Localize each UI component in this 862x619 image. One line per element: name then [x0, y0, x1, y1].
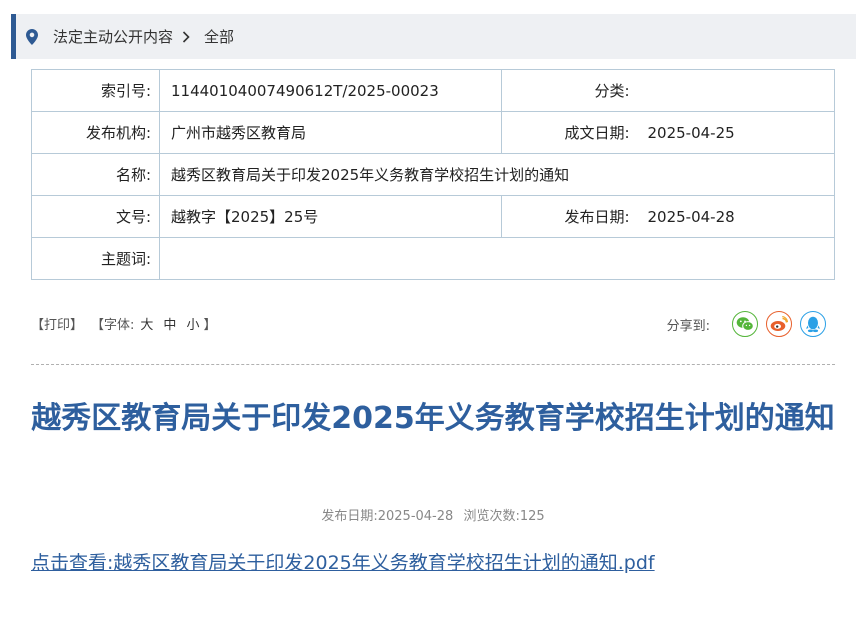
publisher-label: 发布机构: — [31, 111, 160, 154]
index-value: 11440104007490612T/2025-00023 — [159, 69, 502, 112]
font-size-prefix: 【字体: — [91, 317, 135, 333]
share-label: 分享到: — [666, 318, 710, 334]
written-date-label: 成文日期: — [501, 111, 638, 154]
meta-row-keywords: 主题词: — [31, 237, 835, 280]
meta-row-publisher: 发布机构: 广州市越秀区教育局 成文日期: 2025-04-25 — [31, 111, 835, 154]
meta-row-doc-no: 文号: 越教字【2025】25号 发布日期: 2025-04-28 — [31, 195, 835, 238]
article-tools: 【打印】 【字体: 大 中 小 】 — [31, 312, 216, 334]
view-count-label: 浏览次数: — [463, 509, 520, 524]
font-medium-button[interactable]: 中 — [163, 314, 176, 333]
font-large-button[interactable]: 大 — [140, 314, 153, 333]
breadcrumb: 法定主动公开内容 全部 — [11, 14, 856, 59]
qq-icon[interactable] — [800, 311, 826, 337]
wechat-icon[interactable] — [732, 311, 758, 337]
location-pin-icon — [26, 28, 42, 46]
category-label: 分类: — [501, 69, 638, 112]
written-date-value: 2025-04-25 — [637, 111, 835, 154]
breadcrumb-section-link[interactable]: 法定主动公开内容 — [53, 26, 173, 47]
document-meta-table: 索引号: 11440104007490612T/2025-00023 分类: 发… — [31, 69, 835, 280]
view-count: 125 — [519, 509, 545, 524]
meta-row-name: 名称: 越秀区教育局关于印发2025年义务教育学校招生计划的通知 — [31, 153, 835, 196]
keywords-value — [159, 237, 835, 280]
publish-date-info-label: 发布日期: — [321, 509, 378, 524]
index-label: 索引号: — [31, 69, 160, 112]
font-size-suffix: 】 — [203, 317, 217, 333]
name-value: 越秀区教育局关于印发2025年义务教育学校招生计划的通知 — [159, 153, 835, 196]
meta-row-index: 索引号: 11440104007490612T/2025-00023 分类: — [31, 69, 835, 112]
publisher-value: 广州市越秀区教育局 — [159, 111, 502, 154]
weibo-icon[interactable] — [766, 311, 792, 337]
attachment-link[interactable]: 点击查看:越秀区教育局关于印发2025年义务教育学校招生计划的通知.pdf — [31, 548, 655, 575]
article-info: 发布日期:2025-04-28 浏览次数:125 — [31, 505, 835, 524]
print-button[interactable]: 【打印】 — [31, 314, 83, 333]
doc-no-value: 越教字【2025】25号 — [159, 195, 502, 238]
share-bar: 分享到: — [667, 310, 826, 338]
category-value — [637, 69, 835, 112]
article-title: 越秀区教育局关于印发2025年义务教育学校招生计划的通知 — [31, 401, 835, 436]
publish-date-info: 2025-04-28 — [377, 509, 454, 524]
chevron-right-icon — [182, 30, 190, 43]
font-small-button[interactable]: 小 — [186, 314, 199, 333]
breadcrumb-current[interactable]: 全部 — [204, 26, 234, 47]
publish-date-label: 发布日期: — [501, 195, 638, 238]
dashed-divider — [31, 364, 835, 365]
keywords-label: 主题词: — [31, 237, 160, 280]
name-label: 名称: — [31, 153, 160, 196]
doc-no-label: 文号: — [31, 195, 160, 238]
publish-date-value: 2025-04-28 — [637, 195, 835, 238]
